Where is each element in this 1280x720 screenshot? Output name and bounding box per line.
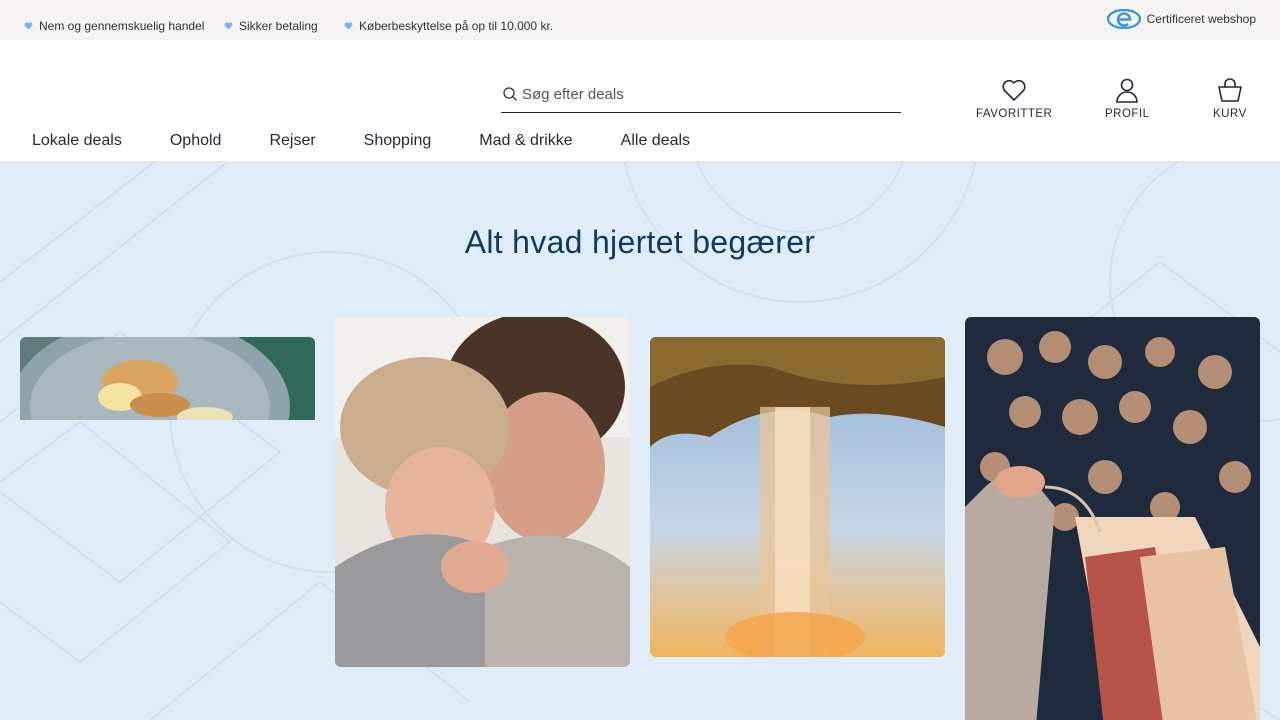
deal-card-waterfall[interactable] [650, 337, 945, 657]
certified-webshop-badge[interactable]: Certificeret webshop [1106, 8, 1256, 30]
nav-item-local-deals[interactable]: Lokale deals [32, 132, 122, 150]
certificate-icon [1106, 9, 1141, 29]
usp-text: Sikker betaling [239, 19, 318, 33]
hero-section: Alt hvad hjertet begærer [0, 162, 1280, 720]
deal-card-couple[interactable] [335, 317, 630, 667]
usp-item-2: Sikker betaling [224, 19, 318, 33]
usp-text: Køberbeskyttelse på op til 10.000 kr. [359, 19, 554, 33]
nav-item-stays[interactable]: Ophold [170, 132, 222, 150]
favorites-button[interactable]: FAVORITTER [976, 76, 1052, 120]
profile-icon [1116, 78, 1139, 103]
nav-item-shopping[interactable]: Shopping [364, 132, 432, 150]
nav-item-travel[interactable]: Rejser [269, 132, 315, 150]
cart-icon [1218, 78, 1242, 102]
profile-button[interactable]: PROFIL [1105, 76, 1150, 120]
usp-item-1: Nem og gennemskuelig handel [24, 19, 204, 33]
certified-webshop-label: Certificeret webshop [1146, 12, 1256, 26]
main-nav: Lokale deals Ophold Rejser Shopping Mad … [32, 132, 738, 150]
couple-image [335, 317, 630, 667]
site-header: FAVORITTER PROFIL KURV Lokale deals Opho… [0, 40, 1280, 162]
usp-bar: Nem og gennemskuelig handel Sikker betal… [0, 0, 1280, 40]
heart-icon [224, 22, 233, 30]
nav-item-food-drink[interactable]: Mad & drikke [479, 132, 572, 150]
shopping-image [965, 317, 1260, 720]
deal-card-shopping[interactable] [965, 317, 1260, 720]
cart-button[interactable]: KURV [1213, 76, 1247, 120]
cart-label: KURV [1213, 108, 1247, 120]
search-bar[interactable] [501, 76, 901, 113]
heart-icon [344, 22, 353, 30]
nav-item-all-deals[interactable]: Alle deals [621, 132, 690, 150]
usp-text: Nem og gennemskuelig handel [39, 19, 205, 33]
usp-item-3: Køberbeskyttelse på op til 10.000 kr. [344, 19, 553, 33]
deal-card-food[interactable] [20, 337, 315, 420]
waterfall-image [650, 337, 945, 657]
heart-icon [1002, 79, 1026, 101]
search-input[interactable] [522, 85, 892, 103]
profile-label: PROFIL [1105, 108, 1150, 120]
search-icon [503, 87, 517, 101]
heart-icon [24, 22, 33, 30]
hero-title: Alt hvad hjertet begærer [464, 224, 816, 260]
favorites-label: FAVORITTER [976, 108, 1053, 120]
food-image [20, 337, 315, 420]
